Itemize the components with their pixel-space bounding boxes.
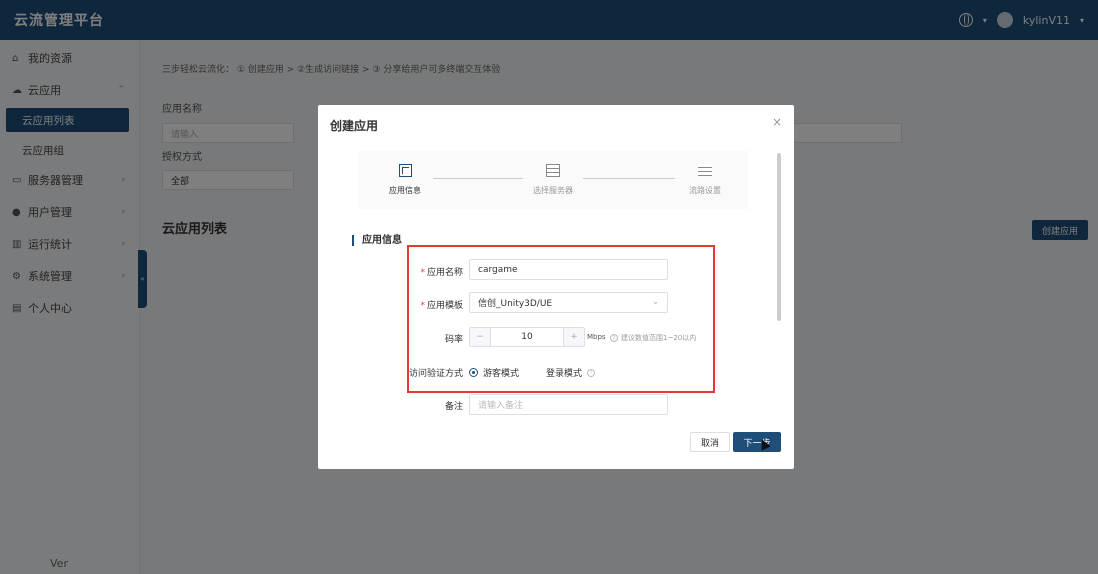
remark-input[interactable]: 请输入备注 <box>469 394 668 415</box>
highlight-box <box>407 245 715 393</box>
section-heading: 应用信息 <box>352 235 402 246</box>
step-divider <box>583 178 675 179</box>
step-label: 应用信息 <box>389 186 421 195</box>
step-stream-settings: 流路设置 <box>670 161 740 196</box>
sliders-icon <box>698 164 712 176</box>
step-divider <box>433 178 523 179</box>
cube-icon <box>398 163 412 177</box>
close-icon[interactable]: × <box>772 115 782 129</box>
dialog-title: 创建应用 <box>330 119 379 133</box>
remark-label: 备注 <box>444 402 463 412</box>
cancel-button[interactable]: 取消 <box>690 432 730 452</box>
step-select-server: 选择服务器 <box>518 161 588 196</box>
dialog-scrollbar[interactable] <box>777 153 781 321</box>
create-app-dialog: 创建应用 × 应用信息 选择服务器 流路设置 应用信息 * 应用名称 cargam… <box>318 105 794 469</box>
server-icon <box>546 163 560 177</box>
wizard-steps: 应用信息 选择服务器 流路设置 <box>358 151 748 209</box>
step-label: 选择服务器 <box>533 186 573 195</box>
step-label: 流路设置 <box>689 186 721 195</box>
step-app-info: 应用信息 <box>370 161 440 196</box>
